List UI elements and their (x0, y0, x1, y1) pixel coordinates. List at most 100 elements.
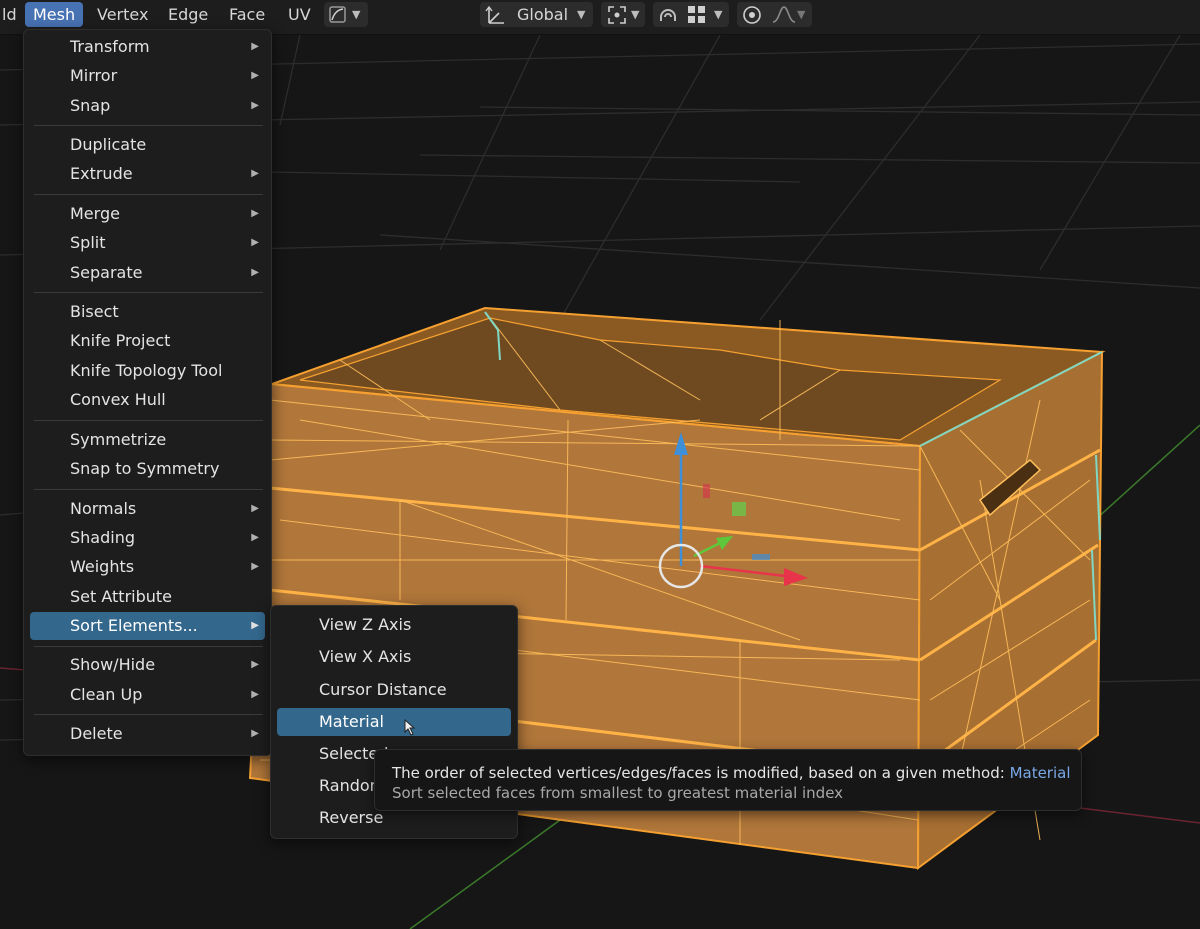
menu-item-label: Clean Up (70, 685, 143, 704)
submenu-arrow-icon: ▶ (251, 728, 259, 739)
submenu-arrow-icon: ▶ (251, 41, 259, 52)
menu-item-label: Bisect (70, 302, 119, 321)
menu-item-normals[interactable]: Normals ▶ (30, 495, 265, 523)
tooltip-description: The order of selected vertices/edges/fac… (392, 764, 1071, 782)
submenu-item-material[interactable]: Material (277, 708, 511, 736)
falloff-curve-icon[interactable] (771, 4, 797, 26)
submenu-arrow-icon: ▶ (251, 267, 259, 278)
menu-item-split[interactable]: Split ▶ (30, 229, 265, 257)
menu-item-convex-hull[interactable]: Convex Hull (30, 386, 265, 414)
proportional-edit-icon[interactable] (740, 3, 764, 27)
tooltip-method-name: Material (1009, 764, 1071, 782)
mesh-menu: Transform ▶ Mirror ▶ Snap ▶ Duplicate Extru… (23, 29, 272, 756)
menu-separator (34, 489, 263, 490)
menu-item-label: Split (70, 233, 106, 252)
menu-separator (34, 646, 263, 647)
pivot-point-dropdown[interactable]: ▼ (601, 2, 645, 27)
menu-item-knife-project[interactable]: Knife Project (30, 327, 265, 355)
menu-item-label: Merge (70, 204, 120, 223)
submenu-arrow-icon: ▶ (251, 237, 259, 248)
menu-item-label: Separate (70, 263, 143, 282)
submenu-arrow-icon: ▶ (251, 208, 259, 219)
menu-item-label: Weights (70, 557, 135, 576)
menu-item-duplicate[interactable]: Duplicate (30, 131, 265, 159)
menu-item-show-hide[interactable]: Show/Hide ▶ (30, 651, 265, 679)
menu-uv[interactable]: UV (280, 2, 319, 27)
menu-item-label: Shading (70, 528, 135, 547)
menu-item-label: Set Attribute (70, 587, 173, 606)
menu-item-weights[interactable]: Weights ▶ (30, 553, 265, 581)
menu-edge[interactable]: Edge (160, 2, 216, 27)
submenu-arrow-icon: ▶ (251, 532, 259, 543)
tooltip-text: The order of selected vertices/edges/fac… (392, 764, 1010, 782)
transform-orientation-dropdown[interactable]: Global ▼ (480, 2, 593, 27)
menu-item-label: Material (319, 712, 384, 731)
menu-item-label: Reverse (319, 808, 384, 827)
submenu-arrow-icon: ▶ (251, 659, 259, 670)
submenu-arrow-icon: ▶ (251, 503, 259, 514)
menu-separator (34, 125, 263, 126)
select-mode-dropdown[interactable]: ▼ (324, 2, 368, 27)
snap-grid-icon[interactable] (686, 4, 708, 26)
menu-separator (34, 714, 263, 715)
menu-item-snap[interactable]: Snap ▶ (30, 92, 265, 120)
menu-item-symmetrize[interactable]: Symmetrize (30, 426, 265, 454)
header-cut-label[interactable]: ld (0, 2, 25, 27)
snap-target-icon (608, 6, 626, 24)
menu-item-label: Snap to Symmetry (70, 459, 220, 478)
menu-face[interactable]: Face (221, 2, 273, 27)
menu-item-delete[interactable]: Delete ▶ (30, 720, 265, 748)
menu-item-extrude[interactable]: Extrude ▶ (30, 160, 265, 188)
menu-vertex[interactable]: Vertex (89, 2, 156, 27)
menu-item-label: Transform (70, 37, 150, 56)
mouse-cursor-icon (404, 719, 416, 736)
transform-pivot-icon (485, 5, 504, 24)
menu-item-snap-to-symmetry[interactable]: Snap to Symmetry (30, 455, 265, 483)
menu-item-label: Symmetrize (70, 430, 167, 449)
menu-item-shading[interactable]: Shading ▶ (30, 524, 265, 552)
menu-item-label: Convex Hull (70, 390, 166, 409)
orientation-value: Global (517, 5, 569, 24)
submenu-arrow-icon: ▶ (251, 100, 259, 111)
chevron-down-icon: ▼ (797, 8, 806, 21)
x-axis-line (1079, 807, 1200, 824)
submenu-arrow-icon: ▶ (251, 689, 259, 700)
menu-separator (34, 194, 263, 195)
curve-select-icon (329, 6, 346, 23)
menu-mesh[interactable]: Mesh (25, 2, 84, 27)
menu-item-sort-elements[interactable]: Sort Elements... ▶ (30, 612, 265, 640)
menu-separator (34, 420, 263, 421)
tooltip: The order of selected vertices/edges/fac… (374, 749, 1082, 811)
y-axis-line (1094, 424, 1200, 521)
submenu-item-cursor-distance[interactable]: Cursor Distance (277, 676, 511, 704)
menu-item-label: Cursor Distance (319, 680, 447, 699)
menu-item-knife-topology-tool[interactable]: Knife Topology Tool (30, 357, 265, 385)
menu-separator (34, 292, 263, 293)
submenu-item-view-z-axis[interactable]: View Z Axis (277, 611, 511, 639)
chevron-down-icon: ▼ (714, 8, 723, 21)
tooltip-detail: Sort selected faces from smallest to gre… (392, 784, 844, 802)
menu-item-transform[interactable]: Transform ▶ (30, 33, 265, 61)
submenu-item-view-x-axis[interactable]: View X Axis (277, 643, 511, 671)
menu-item-clean-up[interactable]: Clean Up ▶ (30, 681, 265, 709)
menu-item-label: Knife Topology Tool (70, 361, 223, 380)
submenu-arrow-icon: ▶ (251, 70, 259, 81)
menu-item-mirror[interactable]: Mirror ▶ (30, 62, 265, 90)
menu-item-label: Sort Elements... (70, 616, 198, 635)
menu-item-set-attribute[interactable]: Set Attribute (30, 583, 265, 611)
chevron-down-icon: ▼ (577, 8, 586, 21)
menu-item-label: Knife Project (70, 331, 171, 350)
menu-item-label: Normals (70, 499, 137, 518)
submenu-arrow-icon: ▶ (251, 561, 259, 572)
snap-magnet-icon[interactable] (656, 3, 680, 27)
menu-item-merge[interactable]: Merge ▶ (30, 200, 265, 228)
menu-item-label: View Z Axis (319, 615, 412, 634)
menu-item-label: Delete (70, 724, 123, 743)
snapping-controls[interactable]: ▼ (653, 2, 729, 27)
menu-item-label: Mirror (70, 66, 118, 85)
menu-item-label: View X Axis (319, 647, 412, 666)
submenu-arrow-icon: ▶ (251, 168, 259, 179)
menu-item-bisect[interactable]: Bisect (30, 298, 265, 326)
menu-item-separate[interactable]: Separate ▶ (30, 259, 265, 287)
proportional-editing-controls[interactable]: ▼ (737, 2, 812, 27)
